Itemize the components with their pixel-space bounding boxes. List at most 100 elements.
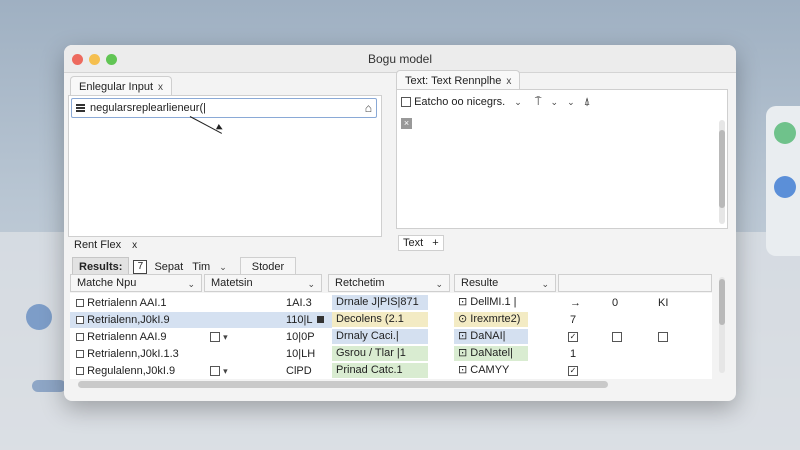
results-horizontal-scrollbar[interactable] xyxy=(78,381,608,388)
row-value: KI xyxy=(658,297,669,309)
chevron-down-icon[interactable]: ⌄ xyxy=(551,97,559,107)
checkbox-icon[interactable] xyxy=(654,329,668,345)
chevron-down-icon: ▾ xyxy=(223,366,228,376)
column-header-label: Retchetim xyxy=(335,277,385,289)
table-row[interactable]: Retrialenn,J0kI.9 xyxy=(72,312,170,328)
checked-icon[interactable]: ✓ xyxy=(564,363,578,379)
results-option[interactable]: Tim xyxy=(192,261,210,273)
replace-checkbox[interactable] xyxy=(401,97,411,108)
pin-icon[interactable]: ⍋ xyxy=(584,96,591,108)
regex-input-field[interactable]: ⌂ xyxy=(71,98,377,118)
column-header-position[interactable]: Matetsin ⌄ xyxy=(204,274,322,292)
row-replacement[interactable]: Prinad Catc.1 xyxy=(332,363,428,378)
background-circle xyxy=(26,304,52,330)
row-match: Retrialenn,J0kI.1.3 xyxy=(87,348,179,360)
row-value: 0 xyxy=(612,297,619,309)
text-pane-scroll-thumb[interactable] xyxy=(719,130,725,208)
app-window: Bogu model Enlegular Input x ⌂ Text: Text… xyxy=(64,45,736,401)
row-result[interactable]: ⊡ DaNatel| xyxy=(454,346,528,361)
bottom-right-tab-label: Text xyxy=(403,237,424,249)
left-tab-strip: Enlegular Input x xyxy=(70,76,172,96)
menu-icon[interactable] xyxy=(76,104,85,112)
builder-button[interactable]: Stoder xyxy=(240,257,296,275)
column-header-extra xyxy=(558,274,712,292)
case-icon[interactable]: ⍑ xyxy=(535,96,542,108)
results-count: 7 xyxy=(133,260,148,275)
chevron-down-icon[interactable]: ⌄ xyxy=(567,97,575,107)
row-replacement[interactable]: Gsrou / Tlar |1 xyxy=(332,346,428,361)
row-result[interactable]: ⊡ DaNAI| xyxy=(454,329,528,344)
row-toggle[interactable]: ▾ xyxy=(206,363,228,379)
background-pill xyxy=(32,380,66,392)
checkbox-icon[interactable] xyxy=(210,366,220,377)
column-header-replacement[interactable]: Retchetim ⌄ xyxy=(328,274,450,292)
results-scrollbar[interactable] xyxy=(719,277,725,373)
row-result-text: CAMYY xyxy=(470,364,510,376)
title-bar: Bogu model xyxy=(64,45,736,73)
clear-icon[interactable]: × xyxy=(401,118,412,129)
chevron-down-icon[interactable]: ⌄ xyxy=(219,262,227,272)
table-row[interactable]: Regulalenn,J0kI.9 xyxy=(72,363,175,379)
result-icon: ⊙ xyxy=(458,313,468,325)
replace-row: Eatcho oo nicegrs. ⌄ ⍑ ⌄ ⌄ ⍋ xyxy=(401,96,590,109)
result-icon: ⊡ xyxy=(458,347,468,359)
row-result[interactable]: ⊡ CAMYY xyxy=(454,363,528,378)
regex-input-pane: ⌂ xyxy=(68,95,382,237)
column-header-result[interactable]: Resulte ⌄ xyxy=(454,274,556,292)
add-tab-button[interactable]: + xyxy=(432,237,438,249)
row-checkbox[interactable] xyxy=(76,350,84,359)
row-result-text: Irexmrte2) xyxy=(470,313,521,325)
row-result-text: DellMI.1 | xyxy=(470,296,517,308)
table-row[interactable]: Retrialenn,J0kI.1.3 xyxy=(72,346,179,362)
row-checkbox[interactable] xyxy=(76,367,84,376)
row-value: 7 xyxy=(570,314,577,326)
row-match: Retrialenn,J0kI.9 xyxy=(87,314,170,326)
close-icon[interactable]: x xyxy=(132,240,137,251)
chevron-down-icon[interactable]: ⌄ xyxy=(541,276,549,292)
row-replacement[interactable]: Decolens (2.1 xyxy=(332,312,428,327)
row-match: Regulalenn,J0kI.9 xyxy=(87,365,176,377)
background-green-dot xyxy=(774,122,796,144)
chevron-down-icon[interactable]: ⌄ xyxy=(435,276,443,292)
row-replacement[interactable]: Drnale J|PIS|871 xyxy=(332,295,428,310)
row-result[interactable]: ⊡ DellMI.1 | xyxy=(454,295,528,310)
row-checkbox[interactable] xyxy=(76,299,84,308)
regex-input[interactable] xyxy=(90,100,354,116)
checked-icon[interactable]: ✓ xyxy=(564,329,578,345)
bottom-left-tab[interactable]: Rent Flex x xyxy=(74,239,137,251)
results-scroll-thumb[interactable] xyxy=(719,279,725,325)
chevron-down-icon[interactable]: ⌄ xyxy=(187,276,195,292)
tab-regex-input-label: Enlegular Input xyxy=(79,81,153,93)
text-pane-scrollbar[interactable] xyxy=(719,120,725,224)
close-icon[interactable]: x xyxy=(506,76,511,87)
column-header-label: Resulte xyxy=(461,277,499,289)
checkbox-icon[interactable] xyxy=(608,329,622,345)
column-header-label: Matetsin xyxy=(211,277,253,289)
row-position-text: 110|L xyxy=(286,314,313,326)
results-label[interactable]: Results: xyxy=(72,257,130,275)
row-value: 1 xyxy=(570,348,577,360)
row-position: 1AI.3 xyxy=(286,297,312,309)
result-icon: ⊡ xyxy=(458,330,468,342)
checkbox-icon[interactable] xyxy=(210,332,220,343)
bottom-right-tab[interactable]: Text + xyxy=(398,235,444,251)
table-row[interactable]: Retrialenn AAI.9 xyxy=(72,329,167,345)
row-checkbox[interactable] xyxy=(76,333,84,342)
tab-regex-input[interactable]: Enlegular Input x xyxy=(70,76,172,96)
close-icon[interactable]: x xyxy=(158,82,163,93)
row-result[interactable]: ⊙ Irexmrte2) xyxy=(454,312,528,327)
row-replacement[interactable]: Drnaly Caci.| xyxy=(332,329,428,344)
bottom-left-tab-label: Rent Flex xyxy=(74,239,122,251)
row-checkbox[interactable] xyxy=(76,316,84,325)
results-option[interactable]: Sepat xyxy=(154,261,183,273)
window-title: Bogu model xyxy=(367,52,433,66)
home-icon[interactable]: ⌂ xyxy=(365,101,372,115)
tab-text-replace[interactable]: Text: Text Rennplhe x xyxy=(396,70,521,90)
column-header-match[interactable]: Matche Npu ⌄ xyxy=(70,274,202,292)
chevron-down-icon[interactable]: ⌄ xyxy=(307,276,315,292)
chevron-down-icon: ▾ xyxy=(223,332,228,342)
chevron-down-icon[interactable]: ⌄ xyxy=(514,97,522,107)
table-row[interactable]: Retrialenn AAI.1 xyxy=(72,295,167,311)
row-match: Retrialenn AAI.9 xyxy=(87,331,167,343)
row-toggle[interactable]: ▾ xyxy=(206,329,228,345)
